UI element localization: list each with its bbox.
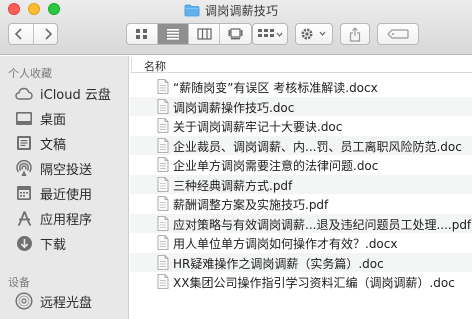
sidebar-item-downloads[interactable]: 下载 [15,233,66,253]
downloads-icon [15,234,33,252]
optical-disc-icon [15,292,33,310]
word-file-icon [157,98,169,114]
title-bar: 调岗调薪技巧 [0,0,472,55]
recents-icon [15,184,33,202]
pdf-file-icon [157,215,169,231]
chevron-left-icon[interactable] [14,28,24,40]
tags-button[interactable] [377,23,419,45]
desktop-icon [15,109,33,127]
file-row[interactable]: HR疑难操作之调岗调薪（实务篇）.doc [130,252,472,272]
pdf-file-icon [157,196,169,211]
file-name: HR疑难操作之调岗调薪（实务篇）.doc [173,256,384,271]
file-row[interactable]: 关于调岗调薪牢记十大要诀.doc [130,116,472,135]
sidebar-item-recents[interactable]: 最近使用 [15,183,92,203]
word-file-icon [157,137,169,153]
share-icon [349,26,361,42]
window-title: 调岗调薪技巧 [184,2,278,18]
minimize-window-button[interactable] [28,3,40,15]
word-file-icon [157,157,169,172]
file-name: 薪酬调整方案及实施技巧.pdf [173,198,329,212]
finder-window: 调岗调薪技巧 个人收藏 iCloud 云盘 桌面 文稿 隔空投送 最近使用 应用… [0,0,472,319]
view-mode-control [126,23,252,45]
file-name: 企业单方调岗需要注意的法律问题.doc [173,159,379,173]
gallery-view-icon[interactable] [220,24,251,44]
column-divider [131,58,132,71]
sidebar-item-documents[interactable]: 文稿 [15,133,66,153]
sidebar-item-airdrop[interactable]: 隔空投送 [15,158,92,178]
action-button[interactable] [295,23,333,45]
tag-icon [387,29,409,39]
file-row[interactable]: 三种经典调薪方式.pdf [130,174,472,194]
column-view-icon[interactable] [189,24,220,44]
window-title-text: 调岗调薪技巧 [205,3,279,18]
sidebar-item-desktop[interactable]: 桌面 [15,108,66,128]
column-header-name[interactable]: 名称 [144,58,166,74]
word-file-icon [157,274,169,289]
group-by-button[interactable] [252,23,288,45]
documents-icon [15,134,33,152]
file-name: 企业裁员、调岗调薪、内...罚、员工离职风险防范.doc [173,139,462,154]
file-row[interactable]: 薪酬调整方案及实施技巧.pdf [130,194,472,213]
zoom-window-button[interactable] [48,3,60,15]
file-name: 用人单位单方调岗如何操作才有效？.docx [173,237,398,251]
word-file-icon [157,235,169,250]
file-name: XX集团公司操作指引学习资料汇编（调岗调薪）.doc [173,276,455,290]
sidebar-item-icloud[interactable]: iCloud 云盘 [15,83,111,103]
sidebar-section-favorites: 个人收藏 [8,67,52,80]
icon-view-icon[interactable] [127,24,158,44]
file-name: 三种经典调薪方式.pdf [173,178,293,193]
file-row[interactable]: “薪随岗变”有误区 考核标准解读.docx [130,77,472,96]
file-name: 关于调岗调薪牢记十大要诀.doc [173,120,343,134]
file-row[interactable]: 企业单方调岗需要注意的法律问题.doc [130,155,472,174]
folder-icon [184,4,200,16]
group-grid-icon [257,28,283,40]
sidebar-item-remote-disc[interactable]: 远程光盘 [15,291,92,311]
pdf-file-icon [157,176,169,192]
close-window-button[interactable] [8,3,20,15]
applications-icon [15,209,33,227]
file-list: 名称 “薪随岗变”有误区 考核标准解读.docx 调岗调薪操作技巧.doc 关于调岗… [130,56,472,319]
cloud-icon [15,84,33,102]
file-name: 应对策略与有效调岗调薪...退及违纪问题员工处理....pdf [173,217,472,232]
word-file-icon [157,254,169,270]
file-row[interactable]: 应对策略与有效调岗调薪...退及违纪问题员工处理....pdf [130,213,472,233]
back-forward-group [8,23,58,45]
column-header: 名称 [130,56,472,73]
file-row[interactable]: 企业裁员、调岗调薪、内...罚、员工离职风险防范.doc [130,135,472,155]
word-file-icon [157,118,169,133]
gear-icon [300,27,328,41]
file-name: “薪随岗变”有误区 考核标准解读.docx [173,81,378,95]
file-name: 调岗调薪操作技巧.doc [173,100,295,115]
chevron-right-icon[interactable] [43,28,53,40]
file-row[interactable]: 调岗调薪操作技巧.doc [130,96,472,116]
sidebar: 个人收藏 iCloud 云盘 桌面 文稿 隔空投送 最近使用 应用程序 下载 设… [0,56,129,319]
list-view-icon[interactable] [158,24,189,44]
share-button[interactable] [340,23,370,45]
file-row[interactable]: 用人单位单方调岗如何操作才有效？.docx [130,233,472,252]
sidebar-item-applications[interactable]: 应用程序 [15,208,92,228]
word-file-icon [157,79,169,94]
file-row[interactable]: XX集团公司操作指引学习资料汇编（调岗调薪）.doc [130,272,472,291]
airdrop-icon [15,159,33,177]
sidebar-section-devices: 设备 [8,276,30,289]
